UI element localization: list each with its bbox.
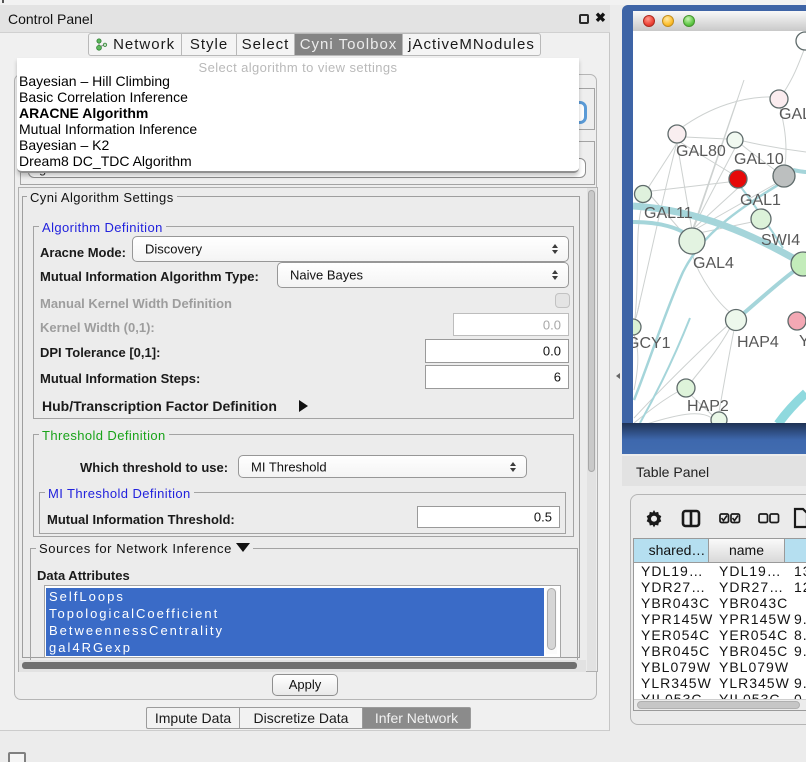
svg-text:GAL10: GAL10	[734, 151, 784, 168]
svg-text:GAL80: GAL80	[676, 143, 726, 160]
svg-text:GAL: GAL	[779, 106, 806, 123]
svg-text:GAL11: GAL11	[644, 205, 693, 222]
svg-text:Y: Y	[799, 333, 806, 350]
svg-text:GAL1: GAL1	[740, 192, 781, 209]
svg-text:SWI4: SWI4	[761, 232, 800, 249]
svg-text:HAP2: HAP2	[687, 398, 729, 415]
svg-text:GAL4: GAL4	[693, 255, 734, 272]
svg-text:HAP4: HAP4	[737, 334, 779, 351]
svg-text:GCY1: GCY1	[633, 335, 671, 352]
